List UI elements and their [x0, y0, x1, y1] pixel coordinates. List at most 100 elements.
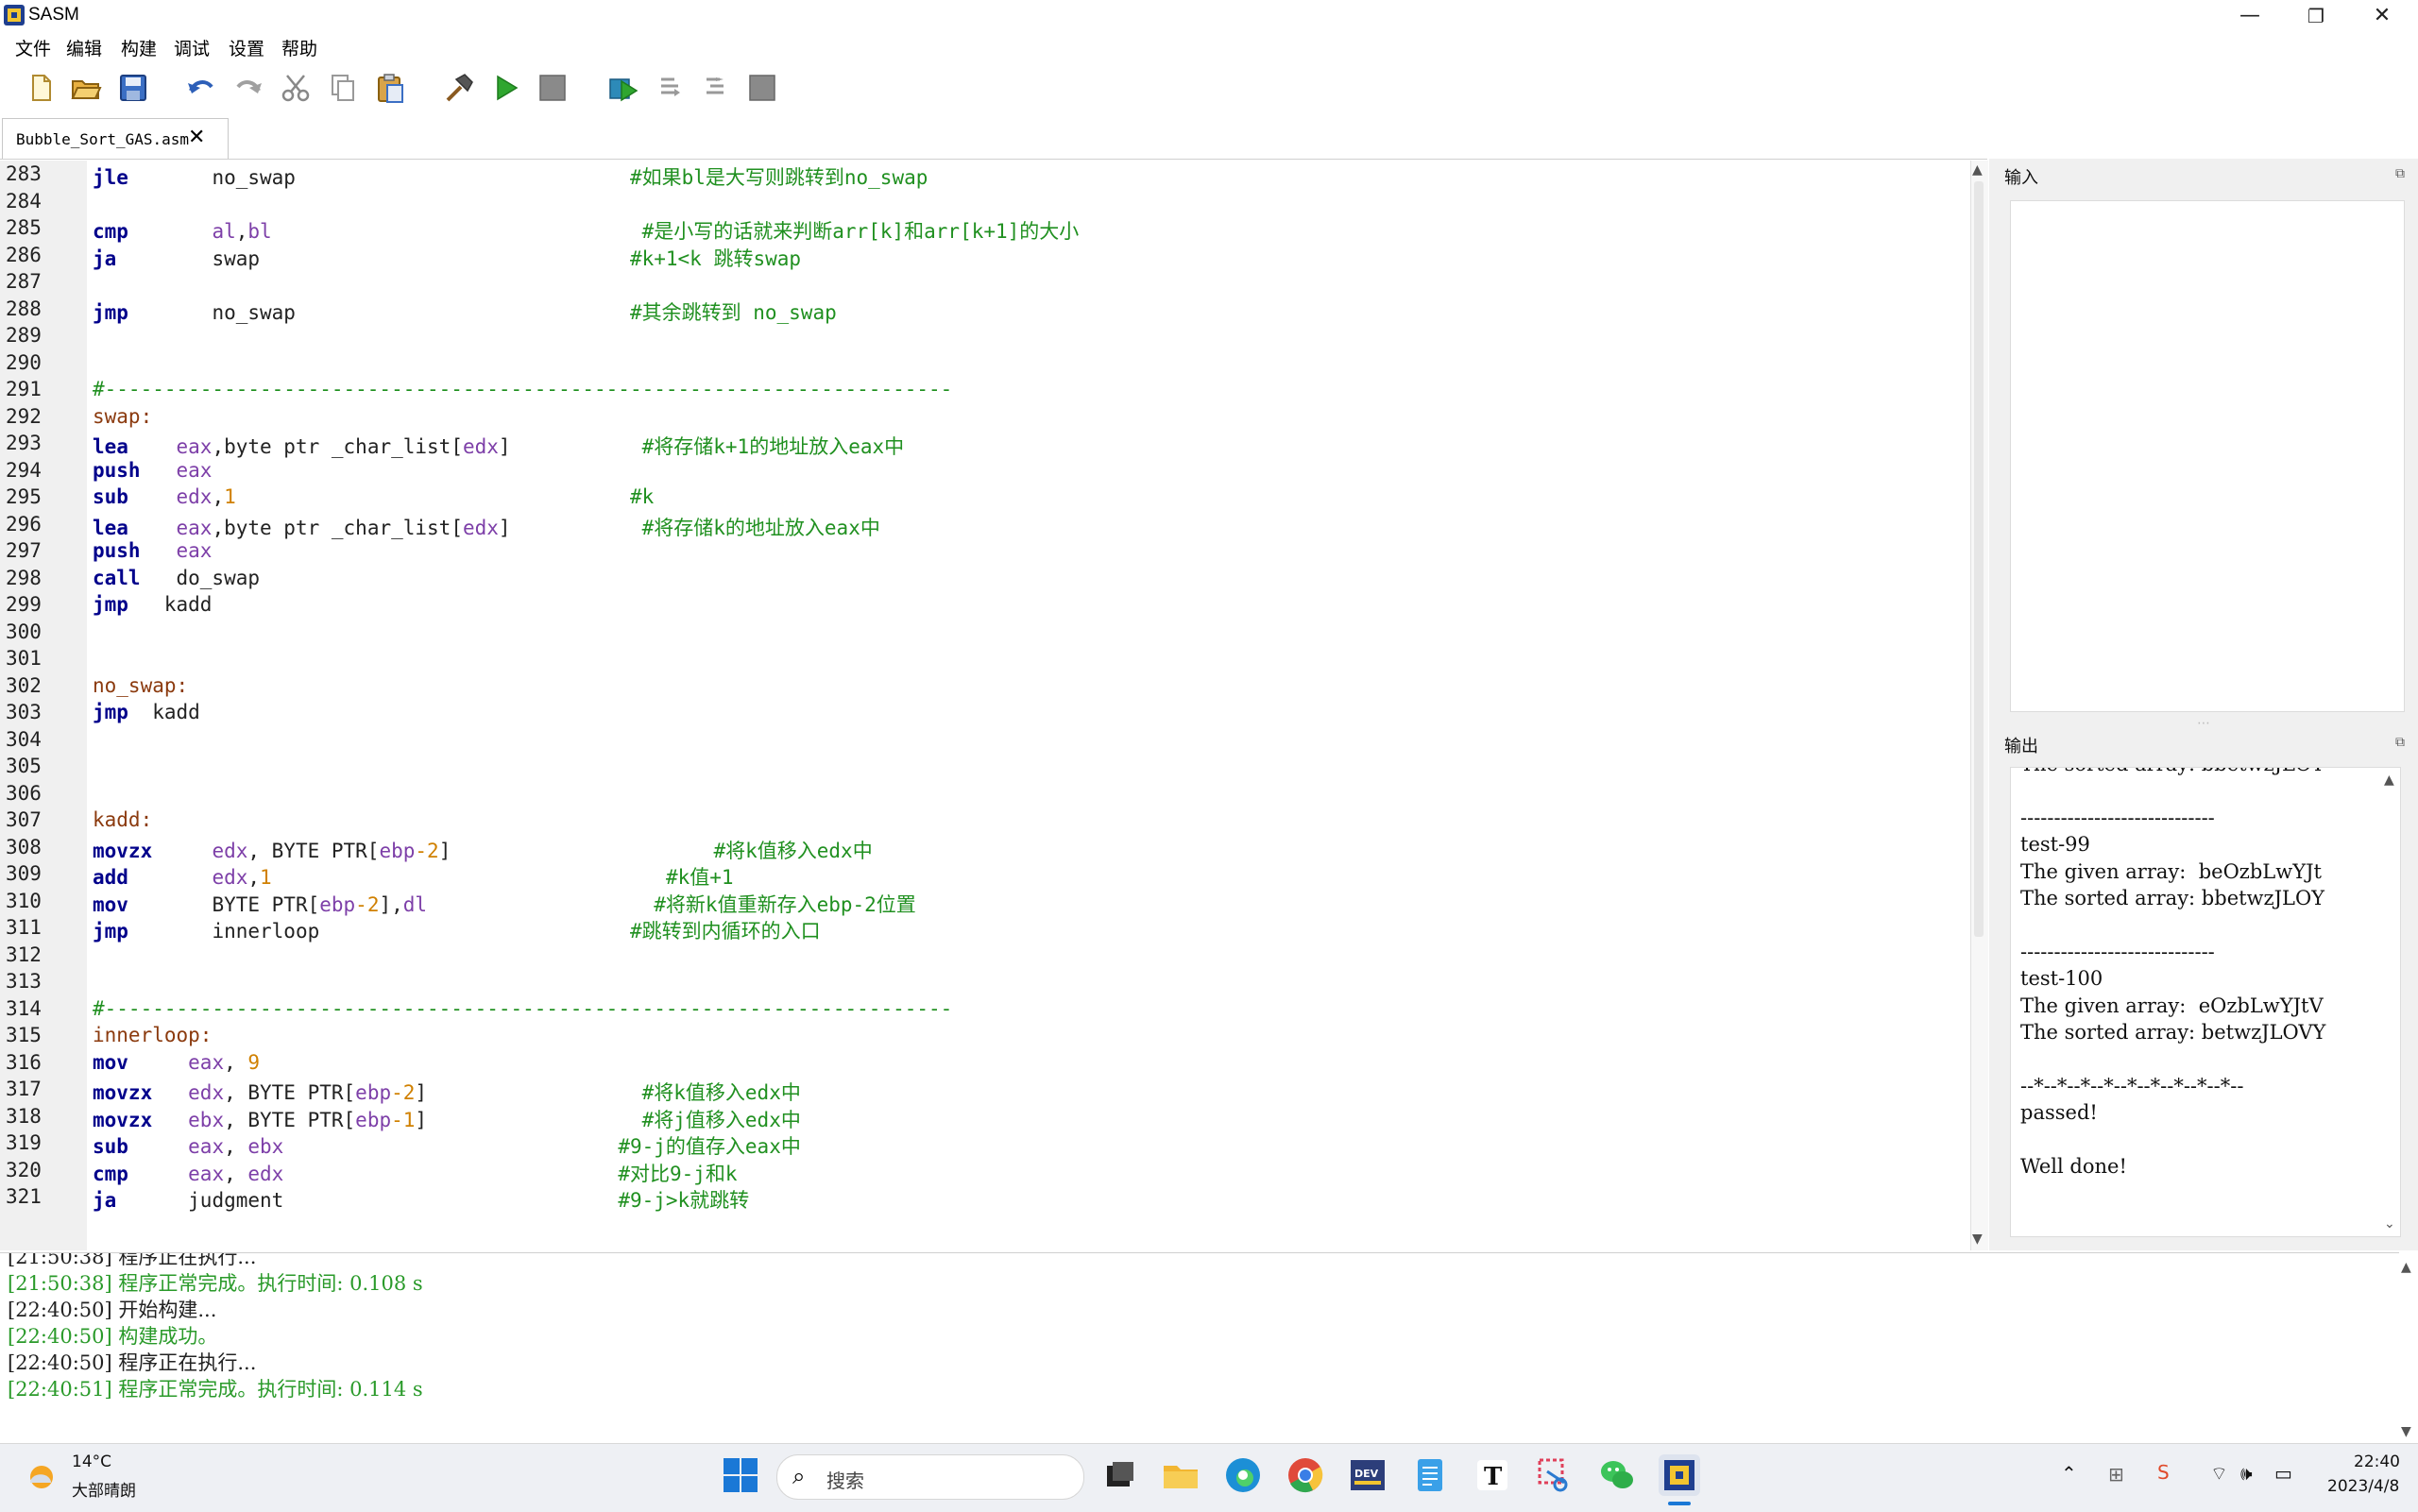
paste-icon[interactable]: [374, 72, 406, 104]
code-line[interactable]: cmp al,bl #是小写的话就来判断arr[k]和arr[k+1]的大小: [93, 216, 1079, 243]
menu-bar: 文件 编辑 构建 调试 设置 帮助: [0, 32, 2418, 60]
menu-file[interactable]: 文件: [15, 35, 51, 60]
code-editor[interactable]: jle no_swap #如果bl是大写则跳转到no_swapcmp al,bl…: [87, 161, 1967, 1250]
file-explorer-icon[interactable]: [1160, 1454, 1201, 1496]
new-file-icon[interactable]: [25, 72, 57, 104]
copy-icon[interactable]: [327, 72, 359, 104]
code-line[interactable]: kadd:: [93, 808, 152, 835]
tray-overflow-chevron-icon[interactable]: ⌃: [2061, 1462, 2077, 1485]
code-line[interactable]: push eax: [93, 539, 212, 566]
scroll-down-icon[interactable]: ▼: [1972, 1232, 1983, 1247]
code-line[interactable]: jmp no_swap #其余跳转到 no_swap: [93, 297, 837, 324]
taskbar-search[interactable]: ⌕ 搜索: [776, 1454, 1084, 1500]
menu-settings[interactable]: 设置: [229, 35, 264, 60]
wechat-icon[interactable]: [1596, 1454, 1638, 1496]
task-view-icon[interactable]: [1098, 1454, 1139, 1496]
log-line: [22:40:51] 程序正常完成。执行时间: 0.114 s: [8, 1378, 423, 1401]
code-token: cmp: [93, 220, 128, 243]
code-line[interactable]: add edx,1 #k值+1: [93, 862, 734, 889]
debug-icon[interactable]: [606, 72, 639, 104]
minimize-button[interactable]: —: [2218, 0, 2282, 32]
build-hammer-icon[interactable]: [442, 72, 474, 104]
menu-help[interactable]: 帮助: [281, 35, 317, 60]
edge-browser-icon[interactable]: [1222, 1454, 1264, 1496]
code-token: ]: [498, 516, 642, 539]
code-line[interactable]: jle no_swap #如果bl是大写则跳转到no_swap: [93, 162, 928, 189]
code-line[interactable]: #---------------------------------------…: [93, 378, 952, 404]
tab-bubble-sort-file[interactable]: Bubble_Sort_GAS.asm ✕: [2, 118, 229, 159]
redo-icon[interactable]: [232, 72, 264, 104]
maximize-button[interactable]: ❐: [2284, 0, 2348, 32]
code-line[interactable]: movzx edx, BYTE PTR[ebp-2] #将k值移入edx中: [93, 1078, 801, 1104]
code-line[interactable]: swap:: [93, 405, 152, 432]
notepad-icon[interactable]: [1409, 1454, 1451, 1496]
svg-text:DEV: DEV: [1354, 1468, 1379, 1480]
code-line[interactable]: movzx ebx, BYTE PTR[ebp-1] #将j值移入edx中: [93, 1105, 801, 1131]
start-windows-icon[interactable]: [720, 1454, 761, 1496]
code-line[interactable]: innerloop:: [93, 1024, 212, 1050]
sasm-taskbar-icon[interactable]: [1659, 1454, 1700, 1496]
scroll-up-icon[interactable]: ▲: [1972, 162, 1983, 178]
tab-close-icon[interactable]: ✕: [188, 126, 205, 149]
input-method-icon[interactable]: ⊞: [2108, 1463, 2124, 1486]
code-line[interactable]: mov BYTE PTR[ebp-2],dl #将新k值重新存入ebp-2位置: [93, 890, 916, 916]
code-line[interactable]: jmp kadd: [93, 593, 212, 620]
undo-icon[interactable]: [185, 72, 217, 104]
dev-cpp-icon[interactable]: DEV: [1347, 1454, 1388, 1496]
wifi-icon[interactable]: ⌔: [2210, 1462, 2228, 1486]
code-line[interactable]: push eax: [93, 459, 212, 485]
code-line[interactable]: sub eax, ebx #9-j的值存入eax中: [93, 1131, 801, 1158]
code-line[interactable]: movzx edx, BYTE PTR[ebp-2] #将k值移入edx中: [93, 836, 873, 862]
code-line[interactable]: no_swap:: [93, 674, 188, 701]
code-token: edx: [212, 866, 248, 889]
output-scroll-down-icon[interactable]: ⌄: [2384, 1216, 2395, 1232]
battery-icon[interactable]: ▭: [2274, 1462, 2292, 1485]
step-over-icon[interactable]: [699, 72, 731, 104]
stop-icon[interactable]: [536, 72, 569, 104]
code-line[interactable]: lea eax,byte ptr _char_list[edx] #将存储k+1…: [93, 432, 904, 458]
chrome-browser-icon[interactable]: [1285, 1454, 1326, 1496]
code-line[interactable]: call do_swap: [93, 567, 260, 593]
code-line[interactable]: jmp innerloop #跳转到内循环的入口: [93, 916, 821, 943]
code-line[interactable]: ja judgment #9-j>k就跳转: [93, 1185, 749, 1212]
stop-debug-icon[interactable]: [746, 72, 778, 104]
line-number: 316: [6, 1050, 42, 1074]
code-line[interactable]: mov eax, 9: [93, 1051, 260, 1078]
typora-icon[interactable]: T: [1472, 1454, 1513, 1496]
close-button[interactable]: ✕: [2350, 0, 2414, 32]
output-scroll-up-icon[interactable]: ▲: [2384, 773, 2394, 788]
log-scroll-down-icon[interactable]: ▼: [2401, 1424, 2411, 1439]
code-token: , BYTE PTR[: [224, 1081, 356, 1104]
code-token: ,: [212, 485, 225, 508]
code-line[interactable]: #---------------------------------------…: [93, 997, 952, 1024]
code-line[interactable]: sub edx,1 #k: [93, 485, 654, 512]
clock-date[interactable]: 2023/4/8: [2327, 1477, 2399, 1496]
run-icon[interactable]: [489, 72, 521, 104]
save-icon[interactable]: [117, 72, 149, 104]
input-field[interactable]: [2010, 200, 2405, 712]
clock-time[interactable]: 22:40: [2354, 1453, 2400, 1471]
menu-debug[interactable]: 调试: [174, 35, 210, 60]
code-line[interactable]: cmp eax, edx #对比9-j和k: [93, 1159, 738, 1185]
code-line[interactable]: ja swap #k+1<k 跳转swap: [93, 244, 801, 270]
volume-icon[interactable]: 🕪: [2240, 1462, 2253, 1485]
snipping-tool-icon[interactable]: [1534, 1454, 1575, 1496]
step-into-icon[interactable]: [654, 72, 686, 104]
code-token: ]: [415, 1081, 642, 1104]
menu-build[interactable]: 构建: [121, 35, 157, 60]
editor-scrollbar-thumb[interactable]: [1974, 181, 1984, 937]
code-token: movzx: [93, 1081, 153, 1104]
open-folder-icon[interactable]: [70, 72, 102, 104]
code-line[interactable]: lea eax,byte ptr _char_list[edx] #将存储k的地…: [93, 513, 880, 539]
undock-output-icon[interactable]: ⧉: [2395, 735, 2405, 750]
splitter-handle[interactable]: ⋯: [2197, 716, 2210, 731]
cut-icon[interactable]: [280, 72, 312, 104]
sogou-ime-icon[interactable]: S: [2157, 1461, 2170, 1484]
weather-sun-icon[interactable]: [23, 1458, 60, 1496]
code-line[interactable]: jmp kadd: [93, 701, 200, 727]
log-scroll-up-icon[interactable]: ▲: [2401, 1260, 2411, 1275]
undock-input-icon[interactable]: ⧉: [2395, 166, 2405, 181]
menu-edit[interactable]: 编辑: [66, 35, 102, 60]
